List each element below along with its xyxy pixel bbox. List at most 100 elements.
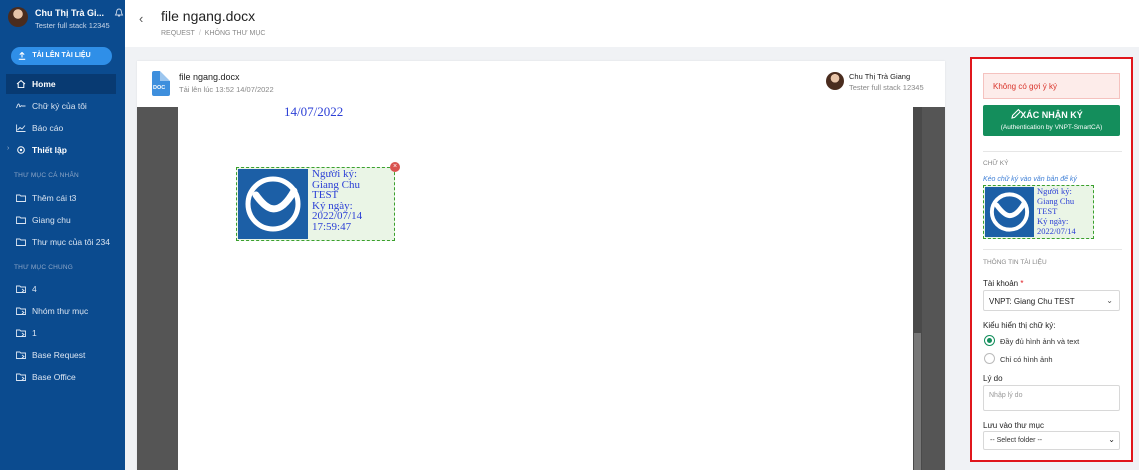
user-profile[interactable]: Chu Thị Trà Gi... Tester full stack 1234… xyxy=(8,7,125,33)
sidebar-item-home[interactable]: Home xyxy=(6,74,116,94)
upload-button[interactable]: TẢI LÊN TÀI LIỆU xyxy=(11,47,112,65)
signature-section-title: CHỮ KÝ xyxy=(983,160,1009,167)
chevron-right-icon: › xyxy=(7,145,10,152)
sidebar: Chu Thị Trà Gi... Tester full stack 1234… xyxy=(0,0,125,470)
sidebar-item-reports[interactable]: Báo cáo xyxy=(6,118,116,138)
sidebar-item-label: Thiết lập xyxy=(32,145,67,155)
save-folder-value: -- Select folder -- xyxy=(990,437,1043,444)
breadcrumb-separator: / xyxy=(198,30,201,37)
signature-icon xyxy=(16,103,26,109)
document-card: DOC file ngang.docx Tải lên lúc 13:52 14… xyxy=(137,61,945,470)
reason-label: Lý do xyxy=(983,374,1003,383)
save-folder-label: Lưu vào thư mục xyxy=(983,421,1044,430)
owner-name: Chu Thị Trà Giang xyxy=(849,72,911,81)
document-upload-time: Tải lên lúc 13:52 14/07/2022 xyxy=(179,85,274,94)
account-label: Tài khoản * xyxy=(983,279,1024,288)
folder-label: 1 xyxy=(32,328,37,338)
sidebar-item-label: Chữ ký của tôi xyxy=(32,101,87,111)
upload-label: TẢI LÊN TÀI LIỆU xyxy=(32,52,91,59)
signature-line: 2022/07/14 xyxy=(1037,226,1076,236)
display-image-only-radio[interactable] xyxy=(984,353,995,364)
folder-label: Thư mục của tôi 234 xyxy=(32,237,110,247)
folder-label: Thêm cái t3 xyxy=(32,193,77,203)
reason-input[interactable]: Nhập lý do xyxy=(983,385,1120,411)
document-file-name: file ngang.docx xyxy=(179,72,240,82)
page-header: ‹ file ngang.docx REQUEST / KHÔNG THƯ MỤC xyxy=(125,0,1139,47)
sidebar-folder-item[interactable]: Nhóm thư mục xyxy=(6,301,116,321)
document-viewer[interactable]: 14/07/2022 Người ký: Giang Chu TEST Ký n… xyxy=(137,104,945,470)
home-icon xyxy=(16,80,26,88)
no-suggestion-alert: Không có gợi ý ký xyxy=(983,73,1120,99)
draggable-signature[interactable]: Người ký: Giang Chu TEST Ký ngày: 2022/0… xyxy=(983,185,1094,239)
sidebar-folder-item[interactable]: 4 xyxy=(6,279,116,299)
signature-line: TEST xyxy=(1037,206,1058,216)
signature-drag-hint: Kéo chữ ký vào văn bản để ký xyxy=(983,176,1077,183)
signature-line: TEST xyxy=(312,189,339,201)
page-date-text: 14/07/2022 xyxy=(284,104,344,119)
placed-signature[interactable]: Người ký: Giang Chu TEST Ký ngày: 2022/0… xyxy=(236,162,400,241)
document-page[interactable]: 14/07/2022 Người ký: Giang Chu TEST Ký n… xyxy=(178,104,913,470)
account-label-text: Tài khoản xyxy=(983,279,1019,288)
folder-label: Nhóm thư mục xyxy=(32,306,89,316)
required-mark: * xyxy=(1020,279,1024,288)
avatar xyxy=(8,7,28,27)
viewer-scrollbar[interactable] xyxy=(913,107,922,470)
display-image-only-label[interactable]: Chỉ có hình ảnh xyxy=(1000,355,1053,364)
sidebar-folder-item[interactable]: Base Request xyxy=(6,345,116,365)
signature-preview-text: Người ký: Giang Chu TEST Ký ngày: 2022/0… xyxy=(1037,186,1076,236)
account-select-value: VNPT: Giang Chu TEST xyxy=(989,297,1075,306)
user-subtitle: Tester full stack 12345 xyxy=(35,21,110,30)
folder-icon xyxy=(16,238,26,246)
user-name: Chu Thị Trà Gi... xyxy=(35,8,105,18)
sidebar-folder-item[interactable]: 1 xyxy=(6,323,116,343)
signing-panel: Không có gợi ý ký XÁC NHẬN KÝ (Authentic… xyxy=(970,57,1133,462)
shared-folder-icon xyxy=(16,373,26,381)
signature-line: Người ký: xyxy=(312,168,358,180)
folder-label: Base Request xyxy=(32,350,86,360)
shared-folder-icon xyxy=(16,307,26,315)
back-button[interactable]: ‹ xyxy=(139,11,143,26)
breadcrumb-item[interactable]: REQUEST xyxy=(161,30,195,37)
display-type-label: Kiểu hiển thị chữ ký: xyxy=(983,321,1056,330)
document-header: DOC file ngang.docx Tải lên lúc 13:52 14… xyxy=(137,61,945,107)
confirm-sign-button[interactable]: XÁC NHẬN KÝ (Authentication by VNPT-Smar… xyxy=(983,105,1120,136)
shared-folder-icon xyxy=(16,351,26,359)
signature-line: Người ký: xyxy=(1037,186,1072,196)
signature-line: 2022/07/14 xyxy=(312,210,363,222)
save-folder-select[interactable]: -- Select folder -- ⌄ xyxy=(983,431,1120,450)
shared-folder-icon xyxy=(16,285,26,293)
vnpt-logo xyxy=(985,187,1034,237)
doc-file-icon: DOC xyxy=(152,71,170,96)
breadcrumb-item[interactable]: KHÔNG THƯ MỤC xyxy=(205,30,266,37)
sidebar-folder-item[interactable]: Base Office xyxy=(6,367,116,387)
sidebar-folder-item[interactable]: Giang chu xyxy=(6,210,116,230)
shared-folder-icon xyxy=(16,329,26,337)
sidebar-folder-item[interactable]: Thư mục của tôi 234 xyxy=(6,232,116,252)
sidebar-folder-item[interactable]: Thêm cái t3 xyxy=(6,188,116,208)
sidebar-item-my-signatures[interactable]: Chữ ký của tôi xyxy=(6,96,116,116)
folder-label: Base Office xyxy=(32,372,76,382)
report-icon xyxy=(16,124,26,132)
remove-signature-button[interactable]: × xyxy=(390,162,400,172)
section-personal-folders: THƯ MỤC CÁ NHÂN xyxy=(14,172,79,179)
upload-icon xyxy=(18,52,26,60)
vnpt-logo xyxy=(238,169,308,239)
chevron-down-icon: ⌄ xyxy=(1108,435,1115,444)
bell-icon[interactable] xyxy=(114,8,124,18)
scrollbar-thumb[interactable] xyxy=(914,333,921,470)
folder-icon xyxy=(16,216,26,224)
folder-label: Giang chu xyxy=(32,215,71,225)
breadcrumb: REQUEST / KHÔNG THƯ MỤC xyxy=(161,30,265,37)
signature-line: Giang Chu xyxy=(1037,196,1075,206)
document-info-section-title: THÔNG TIN TÀI LIỆU xyxy=(983,259,1047,266)
divider xyxy=(983,249,1122,250)
account-select[interactable]: VNPT: Giang Chu TEST ⌄ xyxy=(983,290,1120,311)
section-shared-folders: THƯ MỤC CHUNG xyxy=(14,264,74,271)
sidebar-item-settings[interactable]: › Thiết lập xyxy=(6,140,116,160)
signature-line: 17:59:47 xyxy=(312,220,352,233)
sidebar-item-label: Home xyxy=(32,79,56,89)
display-full-radio[interactable] xyxy=(984,335,995,346)
display-full-label[interactable]: Đầy đủ hình ảnh và text xyxy=(1000,337,1079,346)
confirm-sign-subtitle: (Authentication by VNPT-SmartCA) xyxy=(1000,124,1103,131)
gear-icon xyxy=(17,146,25,154)
